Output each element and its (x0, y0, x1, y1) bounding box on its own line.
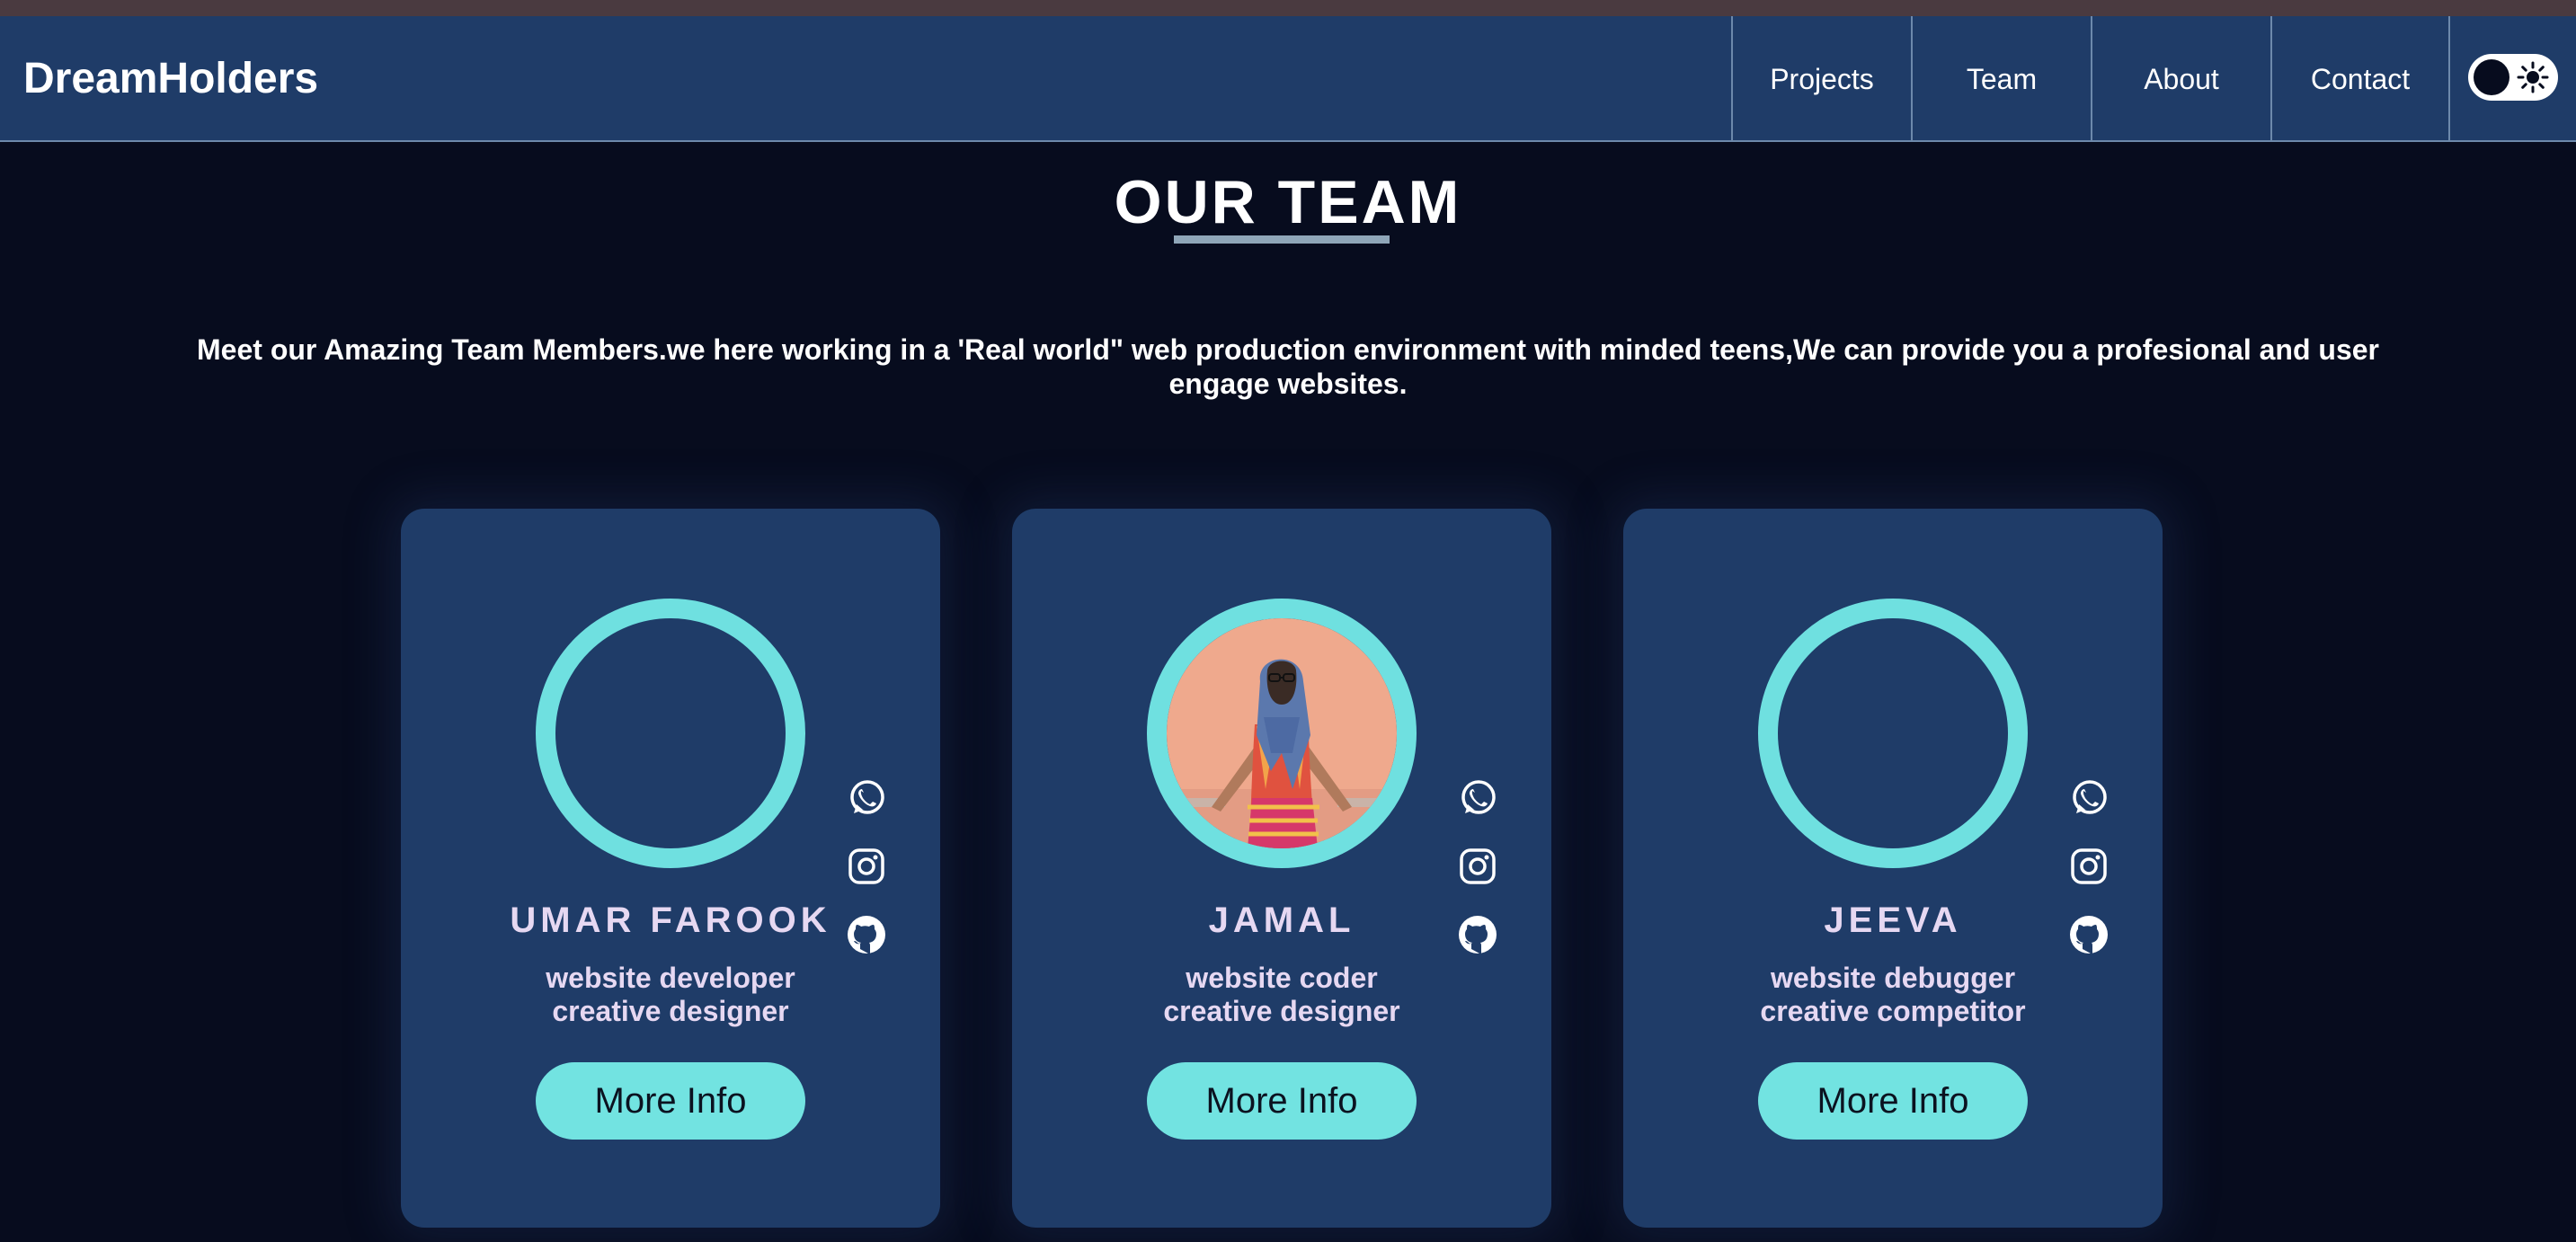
title-underline (1174, 235, 1390, 244)
social-links (845, 776, 888, 981)
team-card-jeeva: JEEVA website debugger creative competit… (1623, 509, 2163, 1228)
member-role-secondary: creative designer (552, 995, 789, 1027)
section-title: OUR TEAM (1114, 168, 1462, 236)
avatar-photo (1147, 599, 1417, 868)
window-top-strip (0, 0, 2576, 16)
more-info-button[interactable]: More Info (536, 1062, 805, 1140)
social-links (1456, 776, 1499, 981)
instagram-icon[interactable] (2067, 845, 2110, 888)
team-card-jamal: JAMAL website coder creative designer Mo… (1012, 509, 1551, 1228)
member-name: UMAR FAROOK (510, 900, 831, 940)
theme-toggle[interactable] (2468, 54, 2558, 101)
brand-logo[interactable]: DreamHolders (23, 16, 318, 142)
team-intro-text: Meet our Amazing Team Members.we here wo… (197, 333, 2379, 400)
avatar (1758, 599, 2028, 868)
navbar: DreamHolders Projects Team About Contact (0, 16, 2576, 142)
sun-icon (2515, 59, 2551, 95)
member-name: JAMAL (1208, 900, 1355, 940)
nav-link-team[interactable]: Team (1911, 16, 2091, 142)
member-role: website developer (546, 962, 795, 994)
member-role-secondary: creative designer (1163, 995, 1400, 1027)
member-role-secondary: creative competitor (1760, 995, 2026, 1027)
whatsapp-icon[interactable] (1456, 776, 1499, 820)
team-card-umar-farook: UMAR FAROOK website developer creative d… (401, 509, 940, 1228)
more-info-button[interactable]: More Info (1758, 1062, 2028, 1140)
member-role: website coder (1186, 962, 1378, 994)
nav-link-contact[interactable]: Contact (2270, 16, 2450, 142)
member-role: website debugger (1770, 962, 2016, 994)
social-links (2067, 776, 2110, 981)
toggle-knob (2474, 59, 2509, 95)
nav-link-about[interactable]: About (2091, 16, 2270, 142)
more-info-button[interactable]: More Info (1147, 1062, 1417, 1140)
whatsapp-icon[interactable] (845, 776, 888, 820)
whatsapp-icon[interactable] (2067, 776, 2110, 820)
avatar (536, 599, 805, 868)
instagram-icon[interactable] (845, 845, 888, 888)
member-name: JEEVA (1824, 900, 1962, 940)
nav-links: Projects Team About Contact (1731, 16, 2450, 142)
instagram-icon[interactable] (1456, 845, 1499, 888)
nav-link-projects[interactable]: Projects (1731, 16, 1911, 142)
